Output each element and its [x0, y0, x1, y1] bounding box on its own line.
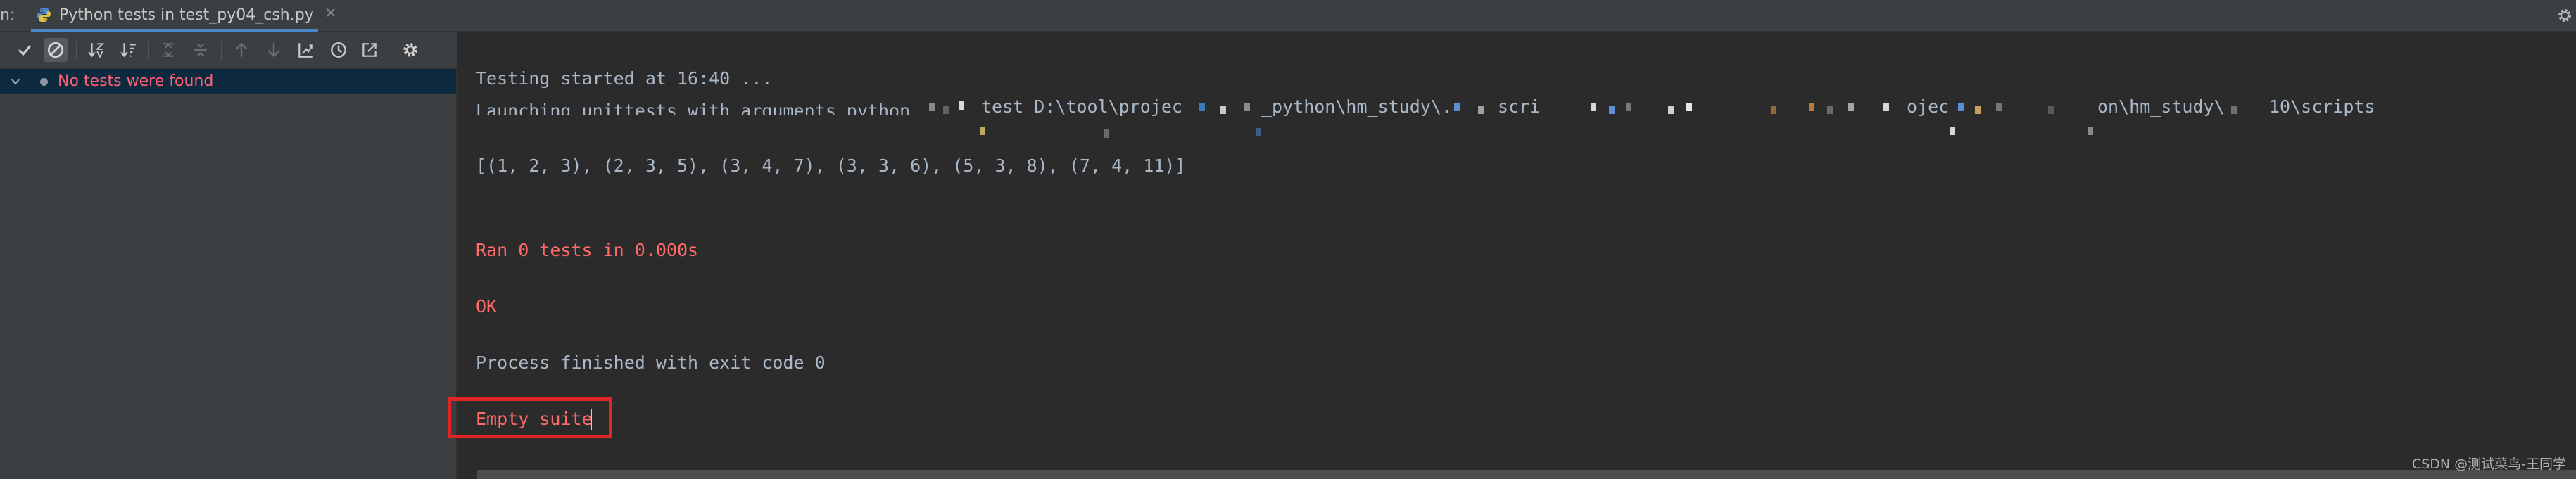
run-tab-python-tests[interactable]: Python tests in test_py04_csh.py — [31, 0, 335, 32]
arrow-down-icon — [267, 43, 280, 58]
sort-alphabetically-button[interactable] — [84, 38, 108, 62]
redaction-pixel — [1950, 127, 1955, 135]
import-tests-icon — [298, 43, 313, 58]
console-line-ok: OK — [476, 296, 498, 317]
console-output[interactable]: Testing started at 16:40 ... Launching u… — [457, 32, 2576, 479]
tree-root-node[interactable]: No tests were found — [0, 69, 456, 94]
redaction-pixel — [2088, 127, 2093, 135]
run-tool-window: n: Python tests in test_py04_csh.py No t… — [0, 0, 2576, 479]
arrow-up-icon — [235, 42, 248, 57]
redaction-pixel — [1668, 106, 1674, 114]
redaction-pixel — [1958, 103, 1964, 111]
expand-all-icon — [163, 43, 174, 57]
console-line-result: [(1, 2, 3), (2, 3, 5), (3, 4, 7), (3, 3,… — [476, 155, 1186, 176]
export-icon — [362, 43, 377, 57]
redaction-pixel — [1883, 103, 1889, 111]
redaction-pixel — [1827, 106, 1833, 114]
console-line-launch: ojec — [1907, 96, 1950, 117]
redaction-pixel — [2231, 106, 2237, 114]
console-line-launch: 10\scripts — [2269, 96, 2375, 117]
redaction-pixel — [1454, 103, 1460, 111]
redaction-pixel — [1478, 106, 1484, 114]
console-line-launch: test D:\tool\projec — [981, 96, 1182, 117]
test-runner-toolbar — [0, 32, 457, 69]
console-line-exit: Process finished with exit code 0 — [476, 352, 826, 373]
import-tests-button[interactable] — [294, 38, 318, 62]
expand-all-button[interactable] — [156, 38, 180, 62]
test-results-tree: No tests were found — [0, 69, 457, 479]
show-passed-button[interactable] — [13, 38, 37, 62]
redaction-pixel — [980, 127, 985, 135]
redaction-pixel — [1104, 129, 1109, 138]
redaction-pixel — [1848, 103, 1854, 111]
toolbar-separator — [148, 41, 149, 60]
python-tests-icon — [37, 8, 51, 22]
console-line-launch: scri — [1498, 96, 1541, 117]
redaction-pixel — [1975, 106, 1981, 114]
redaction-pixel — [1626, 103, 1631, 111]
redaction-pixel — [1996, 103, 2002, 111]
close-icon[interactable] — [324, 6, 338, 20]
test-history-button[interactable] — [327, 38, 351, 62]
collapse-all-button[interactable] — [189, 38, 213, 62]
run-tab-title: Python tests in test_py04_csh.py — [59, 6, 314, 24]
redaction-pixel — [1199, 103, 1205, 111]
redaction-pixel — [959, 101, 964, 110]
redaction-pixel — [1609, 106, 1615, 114]
console-line-ran: Ran 0 tests in 0.000s — [476, 240, 699, 260]
tree-root-label: No tests were found — [58, 72, 214, 90]
redaction-pixel — [1686, 103, 1692, 111]
runner-settings-button[interactable] — [398, 38, 422, 62]
sort-by-duration-button[interactable] — [117, 38, 141, 62]
previous-failed-test-button[interactable] — [229, 38, 253, 62]
toolbar-separator — [76, 41, 77, 60]
toolbar-separator — [221, 41, 222, 60]
redaction-pixel — [1220, 106, 1226, 114]
collapse-all-icon — [194, 43, 207, 57]
settings-gear-icon — [403, 43, 417, 57]
sort-alpha-icon — [88, 43, 105, 58]
horizontal-scrollbar[interactable] — [477, 470, 2576, 479]
redaction-pixel — [1809, 103, 1814, 111]
console-line-launch: Launching unittests with arguments pytho… — [476, 101, 911, 115]
show-ignored-button[interactable] — [44, 38, 68, 62]
run-tab-bar: n: Python tests in test_py04_csh.py — [0, 0, 2576, 32]
watermark: CSDN @测试菜鸟-王同学 — [2411, 456, 2566, 472]
redaction-pixel — [1771, 106, 1776, 114]
text-caret — [591, 409, 592, 430]
gear-icon[interactable] — [2556, 7, 2573, 24]
tool-window-prefix: n: — [0, 6, 15, 24]
redaction-pixel — [943, 106, 949, 114]
sort-duration-icon — [120, 43, 136, 58]
check-icon — [18, 45, 32, 56]
redaction-pixel — [1256, 128, 1261, 136]
next-failed-test-button[interactable] — [262, 38, 286, 62]
redaction-pixel — [1591, 103, 1596, 111]
test-status-icon — [40, 78, 48, 86]
history-clock-icon — [331, 42, 346, 58]
ignored-filter-icon — [47, 41, 64, 58]
redaction-pixel — [1244, 103, 1250, 111]
redaction-pixel — [2048, 106, 2054, 114]
chevron-down-icon[interactable] — [10, 76, 21, 87]
console-line-launch: on\hm_study\ — [2097, 96, 2225, 117]
annotation-highlight-box — [448, 397, 612, 438]
console-line-started: Testing started at 16:40 ... — [476, 68, 773, 89]
redaction-pixel — [929, 103, 935, 111]
export-results-button[interactable] — [358, 38, 381, 62]
console-line-launch: _python\hm_study\. — [1261, 96, 1452, 117]
